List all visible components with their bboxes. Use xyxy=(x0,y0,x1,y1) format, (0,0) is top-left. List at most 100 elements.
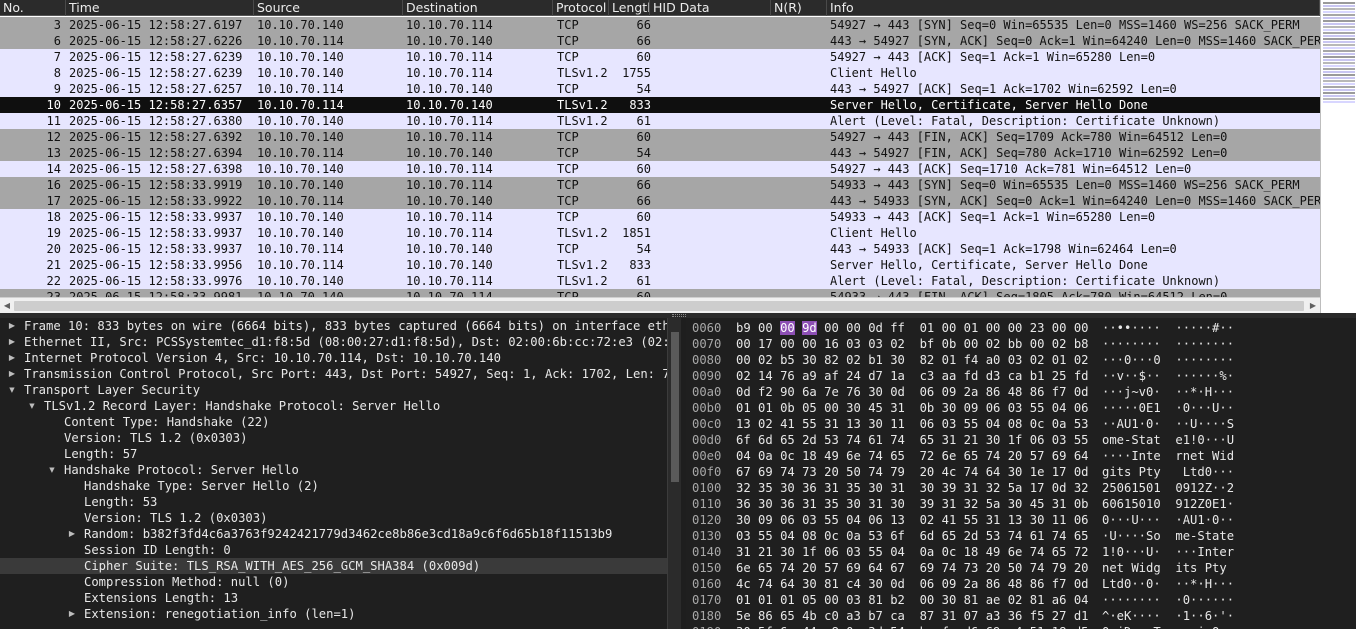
hex-byte[interactable]: 81 xyxy=(964,593,979,607)
hex-byte[interactable]: 11 xyxy=(890,417,905,431)
hex-byte[interactable]: 30 xyxy=(780,545,795,559)
hex-byte[interactable]: 30 xyxy=(846,497,861,511)
hex-byte[interactable]: bb xyxy=(1008,337,1023,351)
hex-byte[interactable]: 00 xyxy=(758,321,773,335)
hex-byte[interactable]: 00 xyxy=(780,337,795,351)
column-header-protocol[interactable]: Protocol xyxy=(553,0,609,16)
packet-list[interactable]: No.TimeSourceDestinationProtocolLengthHI… xyxy=(0,0,1320,313)
hex-byte[interactable]: 57 xyxy=(1030,449,1045,463)
packet-row[interactable]: 18 2025-06-15 12:58:33.9937 10.10.70.140 10… xyxy=(0,209,1320,225)
hex-byte[interactable]: 31 xyxy=(802,497,817,511)
bytes-row[interactable]: 0140 31 21 30 1f 06 03 55 04 0a 0c 18 49 … xyxy=(686,544,1356,560)
hex-byte[interactable]: 74 xyxy=(780,561,795,575)
hex-byte[interactable]: 53 xyxy=(986,529,1001,543)
hex-byte[interactable]: b2 xyxy=(890,593,905,607)
hex-byte[interactable]: 74 xyxy=(868,449,883,463)
hex-byte[interactable]: 08 xyxy=(1008,417,1023,431)
hex-byte[interactable]: 31 xyxy=(824,481,839,495)
hex-byte[interactable]: 55 xyxy=(964,513,979,527)
hex-byte[interactable]: ae xyxy=(986,593,1001,607)
hex-byte[interactable]: 01 xyxy=(964,321,979,335)
detail-node[interactable]: ▼ Transport Layer Security xyxy=(0,382,667,398)
hex-byte[interactable]: 55 xyxy=(1030,401,1045,415)
hex-byte[interactable]: d3 xyxy=(986,369,1001,383)
hex-byte[interactable]: 20 xyxy=(1074,561,1089,575)
hex-byte[interactable]: 74 xyxy=(890,433,905,447)
hex-byte[interactable]: 55 xyxy=(802,417,817,431)
hex-byte[interactable]: f2 xyxy=(758,385,773,399)
hex-byte[interactable]: 27 xyxy=(1052,609,1067,623)
hex-byte[interactable]: 41 xyxy=(780,417,795,431)
hex-byte[interactable]: 30 xyxy=(868,577,883,591)
hex-byte[interactable]: 02 xyxy=(920,513,935,527)
hex-byte[interactable]: 86 xyxy=(986,577,1001,591)
hex-byte[interactable]: f7 xyxy=(1052,385,1067,399)
hex-byte[interactable]: 25 xyxy=(1052,369,1067,383)
hex-byte[interactable]: 72 xyxy=(920,449,935,463)
hex-byte[interactable]: 7e xyxy=(824,385,839,399)
hex-byte[interactable]: 20 xyxy=(1008,449,1023,463)
hex-byte[interactable]: 74 xyxy=(868,465,883,479)
hex-byte[interactable]: 0d xyxy=(1074,465,1089,479)
hex-byte[interactable]: 13 xyxy=(890,513,905,527)
hex-byte[interactable]: 31 xyxy=(890,401,905,415)
hex-byte[interactable]: 17 xyxy=(1052,465,1067,479)
triangle-down-icon[interactable]: ▼ xyxy=(46,462,58,478)
hex-byte[interactable]: 1e xyxy=(1030,465,1045,479)
column-header-no[interactable]: No. xyxy=(0,0,66,16)
hex-byte[interactable]: 35 xyxy=(824,497,839,511)
hex-byte[interactable]: 49 xyxy=(824,449,839,463)
hex-byte[interactable]: f5 xyxy=(1030,609,1045,623)
hex-byte[interactable]: 0b xyxy=(780,401,795,415)
splitter-grip[interactable] xyxy=(672,314,686,317)
hex-byte[interactable]: 86 xyxy=(758,609,773,623)
hex-byte[interactable]: 30 xyxy=(1008,497,1023,511)
hex-byte[interactable]: 30 xyxy=(920,481,935,495)
hex-byte[interactable]: 00 xyxy=(964,337,979,351)
packet-row[interactable]: 14 2025-06-15 12:58:27.6398 10.10.70.140 10… xyxy=(0,161,1320,177)
triangle-right-icon[interactable]: ▶ xyxy=(6,334,18,350)
hex-byte[interactable]: 74 xyxy=(986,449,1001,463)
hex-byte[interactable]: 00 xyxy=(780,321,795,335)
column-header-hid-data[interactable]: HID Data xyxy=(650,0,771,16)
hex-byte[interactable]: 74 xyxy=(1030,545,1045,559)
hex-byte[interactable]: 6e xyxy=(942,449,957,463)
hex-byte[interactable]: 00 xyxy=(824,593,839,607)
hex-byte[interactable]: 00 xyxy=(802,337,817,351)
hex-byte[interactable]: 55 xyxy=(964,417,979,431)
column-header-destination[interactable]: Destination xyxy=(403,0,553,16)
hscroll-thumb[interactable] xyxy=(14,301,1304,311)
hex-byte[interactable]: 79 xyxy=(890,465,905,479)
column-header-time[interactable]: Time xyxy=(66,0,254,16)
packet-row[interactable]: 3 2025-06-15 12:58:27.6197 10.10.70.140 10.… xyxy=(0,17,1320,33)
hex-byte[interactable]: 20 xyxy=(824,465,839,479)
detail-node[interactable]: ▶ Frame 10: 833 bytes on wire (6664 bits)… xyxy=(0,318,667,334)
hex-byte[interactable]: a6 xyxy=(1052,593,1067,607)
hex-byte[interactable]: 30 xyxy=(890,497,905,511)
detail-node[interactable]: ▶ Transmission Control Protocol, Src Port… xyxy=(0,366,667,382)
hex-byte[interactable]: 32 xyxy=(964,497,979,511)
hex-byte[interactable]: 53 xyxy=(868,529,883,543)
hex-byte[interactable]: 48 xyxy=(1008,577,1023,591)
hex-byte[interactable]: 04 xyxy=(1074,593,1089,607)
hex-byte[interactable]: 32 xyxy=(986,481,1001,495)
hex-byte[interactable]: 01 xyxy=(780,593,795,607)
bytes-row[interactable]: 0070 00 17 00 00 16 03 03 02 bf 0b 00 02 … xyxy=(686,336,1356,352)
hex-byte[interactable]: 09 xyxy=(964,401,979,415)
hex-byte[interactable]: 65 xyxy=(942,529,957,543)
hex-byte[interactable]: 0c xyxy=(1030,417,1045,431)
hex-byte[interactable]: 03 xyxy=(846,593,861,607)
hex-byte[interactable]: 41 xyxy=(942,513,957,527)
hex-byte[interactable]: 76 xyxy=(846,385,861,399)
hex-byte[interactable]: 45 xyxy=(868,401,883,415)
hex-byte[interactable]: 61 xyxy=(1030,529,1045,543)
hex-byte[interactable]: 49 xyxy=(986,545,1001,559)
hex-byte[interactable]: 04 xyxy=(1052,401,1067,415)
hex-byte[interactable]: 6d xyxy=(920,529,935,543)
hex-byte[interactable]: 04 xyxy=(986,417,1001,431)
hex-byte[interactable]: c4 xyxy=(846,577,861,591)
detail-node[interactable]: ▶ Internet Protocol Version 4, Src: 10.10… xyxy=(0,350,667,366)
hex-byte[interactable]: 39 xyxy=(942,481,957,495)
hex-byte[interactable]: 00 xyxy=(736,353,751,367)
detail-node[interactable]: Version: TLS 1.2 (0x0303) xyxy=(0,510,667,526)
